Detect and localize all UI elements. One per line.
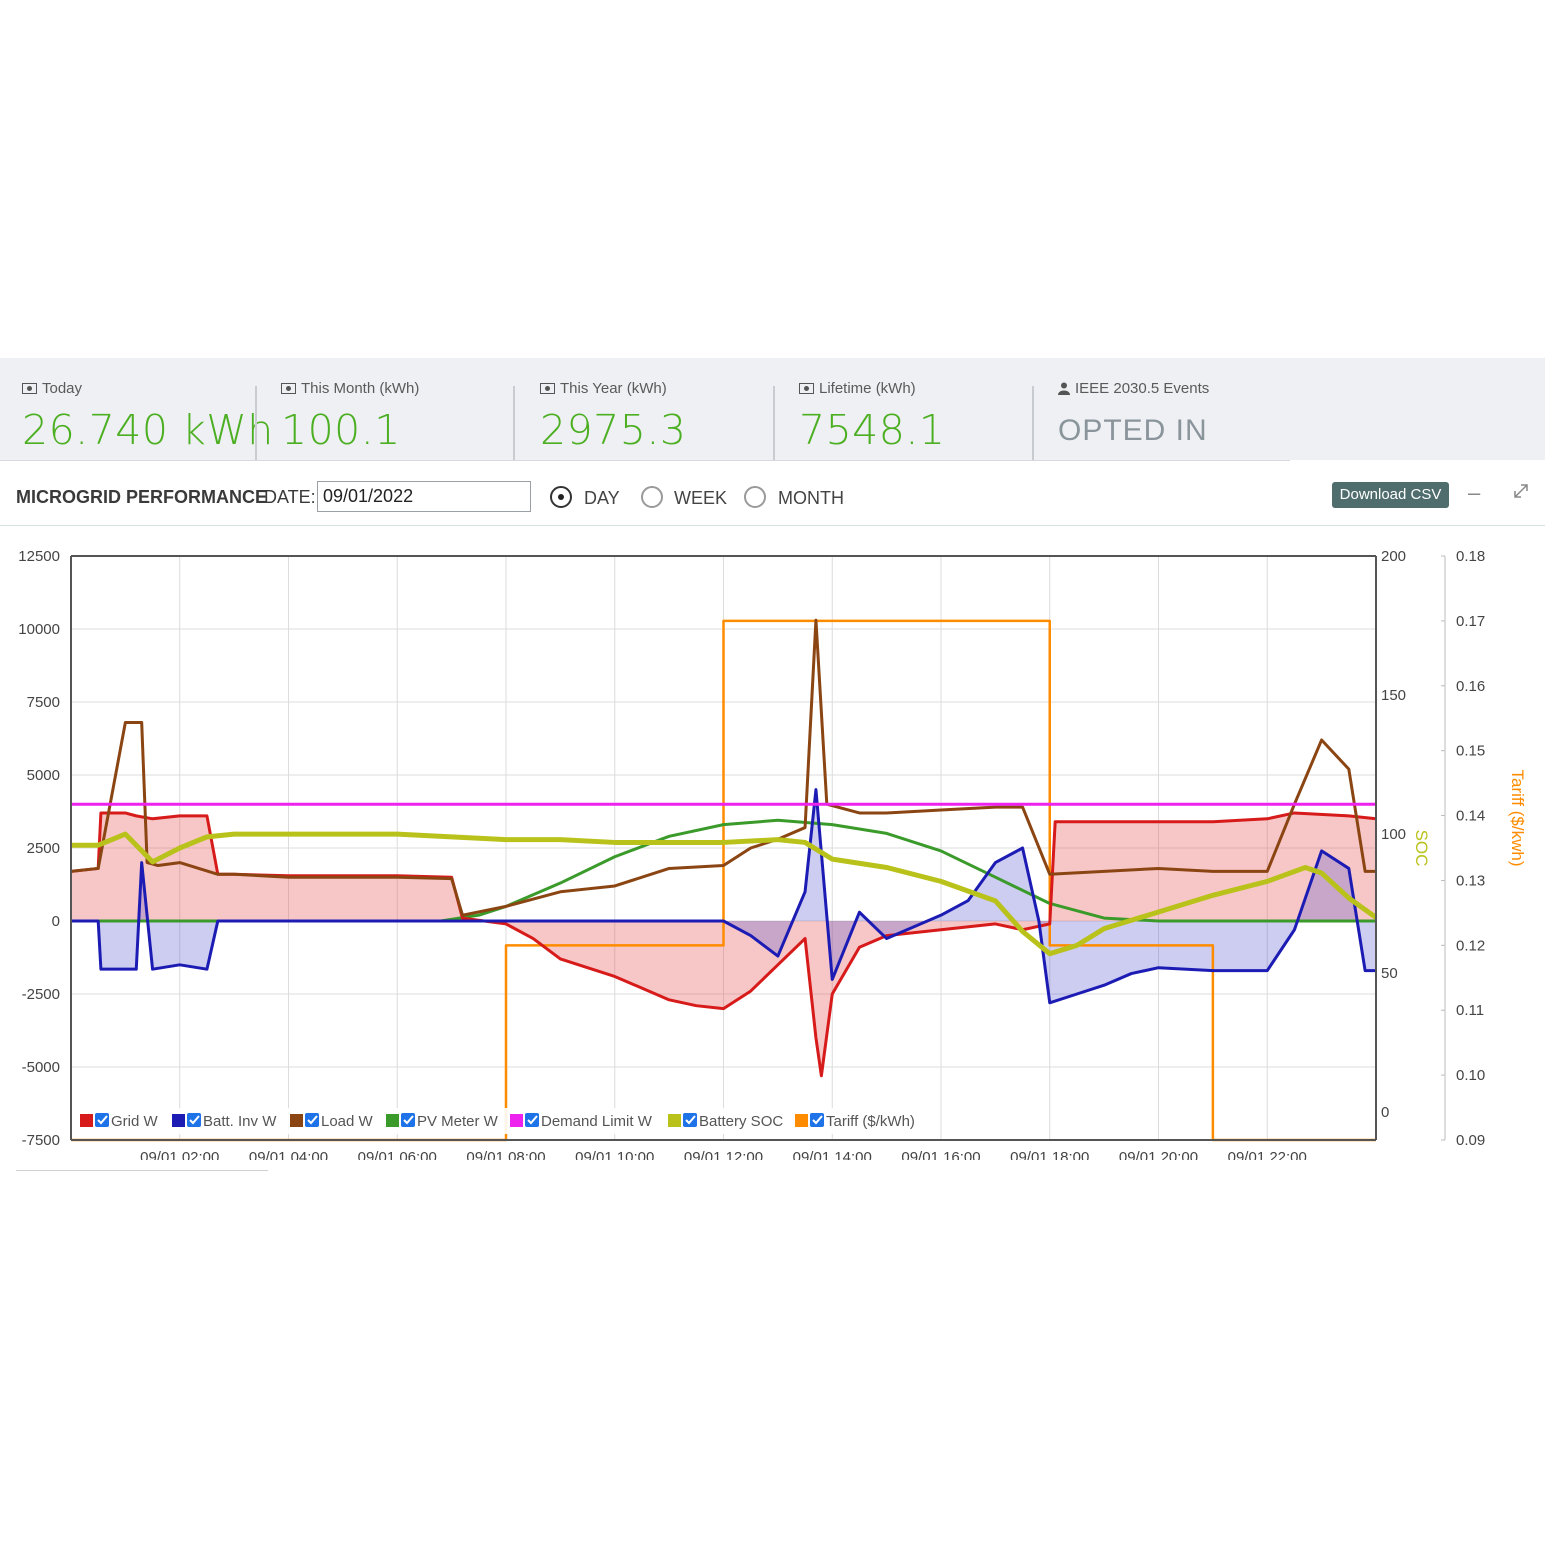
tariff-tick-label: 0.11 [1456, 1002, 1484, 1019]
legend-checkbox[interactable] [810, 1113, 824, 1127]
divider [255, 386, 257, 460]
legend-label: Demand Limit W [541, 1113, 653, 1130]
money-icon [799, 383, 814, 394]
tariff-tick-label: 0.18 [1456, 548, 1485, 565]
x-tick-label: 09/01 04:00 [249, 1149, 328, 1160]
y-tick-label: -7500 [22, 1132, 60, 1149]
panel-title: MICROGRID PERFORMANCE [16, 487, 267, 507]
divider [513, 386, 515, 460]
y-tick-label: -5000 [22, 1059, 60, 1076]
month-radio[interactable] [744, 486, 766, 508]
y-tick-label: 10000 [18, 621, 60, 638]
stats-bar: Today 26.740 kWh This Month (kWh) 100.1 … [0, 358, 1545, 460]
money-icon [22, 383, 37, 394]
y-tick-label: 2500 [27, 840, 60, 857]
soc-tick-label: 0 [1381, 1104, 1389, 1121]
y-tick-label: 12500 [18, 548, 60, 565]
y-tick-label: 0 [52, 913, 60, 930]
tariff-tick-label: 0.15 [1456, 743, 1485, 760]
legend-swatch [80, 1114, 93, 1127]
legend-checkbox[interactable] [187, 1113, 201, 1127]
money-icon [540, 383, 555, 394]
stat-label: Lifetime (kWh) [819, 380, 916, 397]
stat-label: IEEE 2030.5 Events [1075, 380, 1210, 397]
x-tick-label: 09/01 14:00 [793, 1149, 872, 1160]
divider [1032, 386, 1034, 460]
soc-tick-label: 100 [1381, 826, 1406, 843]
soc-tick-label: 150 [1381, 687, 1406, 704]
soc-tick-label: 50 [1381, 965, 1398, 982]
divider [773, 386, 775, 460]
stat-value: 100.1 [281, 406, 401, 454]
tariff-tick-label: 0.09 [1456, 1132, 1485, 1149]
legend-label: PV Meter W [417, 1113, 499, 1130]
x-tick-label: 09/01 12:00 [684, 1149, 763, 1160]
x-tick-label: 09/01 22:00 [1228, 1149, 1307, 1160]
legend-swatch [290, 1114, 303, 1127]
divider [0, 525, 1545, 526]
stat-value: 7548.1 [799, 406, 946, 454]
divider [0, 460, 1290, 461]
minus-icon[interactable]: – [1468, 480, 1480, 506]
legend-swatch [668, 1114, 681, 1127]
x-tick-label: 09/01 16:00 [901, 1149, 980, 1160]
tariff-axis-title: Tariff ($/kwh) [1508, 770, 1527, 867]
legend-label: Load W [321, 1113, 374, 1130]
download-csv-button[interactable]: Download CSV [1332, 482, 1449, 508]
legend-checkbox[interactable] [95, 1113, 109, 1127]
tariff-tick-label: 0.14 [1456, 808, 1485, 825]
date-input[interactable] [317, 481, 531, 512]
legend-label: Battery SOC [699, 1113, 783, 1130]
stat-label: Today [42, 380, 83, 397]
microgrid-performance-chart: 12500 10000 7500 5000 2500 0 -2500 -5000 -7500 09… [18, 548, 1527, 1160]
stat-value: 26.740 kWh [22, 406, 274, 454]
month-radio-label[interactable]: MONTH [778, 488, 844, 509]
stat-label: This Year (kWh) [560, 380, 667, 397]
day-radio-label[interactable]: DAY [584, 488, 620, 509]
chart-toolbar: MICROGRID PERFORMANCE DATE: DAY WEEK MON… [0, 470, 1545, 526]
legend-checkbox[interactable] [401, 1113, 415, 1127]
y-tick-label: 7500 [27, 694, 60, 711]
stat-value: 2975.3 [540, 406, 687, 454]
y-tick-label: -2500 [22, 986, 60, 1003]
tariff-tick-label: 0.12 [1456, 937, 1485, 954]
legend-swatch [386, 1114, 399, 1127]
expand-icon[interactable] [1513, 483, 1529, 499]
legend-label: Grid W [111, 1113, 159, 1130]
tariff-tick-label: 0.10 [1456, 1067, 1485, 1084]
legend-swatch [510, 1114, 523, 1127]
x-tick-label: 09/01 08:00 [466, 1149, 545, 1160]
legend-checkbox[interactable] [305, 1113, 319, 1127]
money-icon [281, 383, 296, 394]
tariff-tick-label: 0.16 [1456, 678, 1485, 695]
tariff-tick-label: 0.17 [1456, 613, 1485, 630]
soc-tick-label: 200 [1381, 548, 1406, 565]
legend-swatch [172, 1114, 185, 1127]
week-radio[interactable] [641, 486, 663, 508]
legend-label: Tariff ($/kWh) [826, 1113, 915, 1130]
legend-label: Batt. Inv W [203, 1113, 277, 1130]
x-tick-label: 09/01 02:00 [140, 1149, 219, 1160]
stat-value: OPTED IN [1058, 414, 1208, 447]
x-tick-label: 09/01 18:00 [1010, 1149, 1089, 1160]
date-label: DATE: [264, 487, 316, 507]
week-radio-label[interactable]: WEEK [674, 488, 727, 509]
y-tick-label: 5000 [27, 767, 60, 784]
x-tick-label: 09/01 20:00 [1119, 1149, 1198, 1160]
user-icon [1058, 382, 1070, 395]
x-tick-label: 09/01 10:00 [575, 1149, 654, 1160]
tariff-tick-label: 0.13 [1456, 872, 1485, 889]
x-tick-label: 09/01 06:00 [358, 1149, 437, 1160]
soc-axis-title: SOC [1412, 830, 1431, 867]
legend-checkbox[interactable] [525, 1113, 539, 1127]
stat-label: This Month (kWh) [301, 380, 420, 397]
legend-swatch [795, 1114, 808, 1127]
day-radio[interactable] [550, 486, 572, 508]
divider [16, 1170, 268, 1171]
legend-checkbox[interactable] [683, 1113, 697, 1127]
